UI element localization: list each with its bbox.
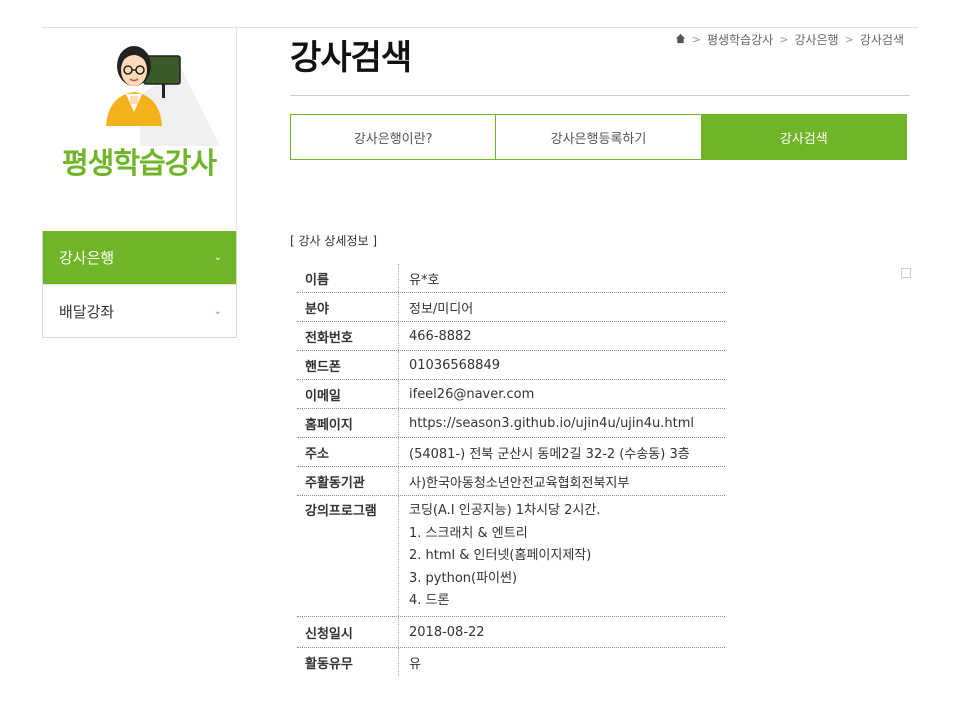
- field-label: 이메일: [297, 380, 399, 408]
- program-line: 4. 드론: [409, 593, 450, 608]
- breadcrumb-separator-icon: >: [779, 33, 789, 46]
- breadcrumb-separator-icon: >: [844, 33, 854, 46]
- field-label: 이름: [297, 264, 399, 292]
- homepage-link[interactable]: https://season3.github.io/ujin4u/ujin4u.…: [399, 409, 725, 437]
- tab-register-instructor[interactable]: 강사은행등록하기: [495, 115, 701, 159]
- table-row: 분야 정보/미디어: [297, 293, 725, 322]
- side-menu-item-delivery-course[interactable]: 배달강좌 ⌄: [43, 284, 236, 337]
- breadcrumb-item[interactable]: 평생학습강사: [707, 31, 773, 48]
- table-row-program: 강의프로그램 코딩(A.I 인공지능) 1차시당 2시간. 1. 스크래치 & …: [297, 496, 725, 617]
- field-label: 신청일시: [297, 617, 399, 647]
- table-row: 전화번호 466-8882: [297, 322, 725, 351]
- field-value: (54081-) 전북 군산시 동메2길 32-2 (수송동) 3층: [409, 446, 690, 462]
- chevron-down-icon: ⌄: [213, 305, 222, 317]
- checkbox[interactable]: [901, 268, 911, 278]
- program-line: 1. 스크래치 & 엔트리: [409, 525, 528, 541]
- table-row: 활동유무 유: [297, 648, 725, 676]
- chevron-down-icon: ⌄: [213, 252, 222, 263]
- email-value[interactable]: ifeel26@naver.com: [399, 380, 725, 408]
- table-row: 주활동기관 사)한국아동청소년안전교육협회전북지부: [297, 467, 725, 496]
- field-label: 전화번호: [297, 322, 399, 350]
- breadcrumb-item[interactable]: 강사검색: [860, 31, 904, 48]
- field-label: 홈페이지: [297, 409, 399, 437]
- tab-bar: 강사은행이란? 강사은행등록하기 강사검색: [290, 114, 907, 160]
- tab-about-instructor-bank[interactable]: 강사은행이란?: [291, 115, 496, 159]
- breadcrumb-item[interactable]: 강사은행: [794, 31, 838, 48]
- field-label: 주활동기관: [297, 467, 399, 495]
- breadcrumb: > 평생학습강사 > 강사은행 > 강사검색: [675, 31, 904, 48]
- field-value: 2018-08-22: [409, 624, 485, 640]
- field-value: 유*호: [409, 272, 440, 288]
- table-row: 핸드폰 01036568849: [297, 351, 725, 380]
- program-line: 2. html & 인터넷(홈페이지제작): [409, 548, 592, 563]
- breadcrumb-separator-icon: >: [691, 33, 701, 46]
- field-value: 01036568849: [409, 357, 500, 373]
- field-value: 사)한국아동청소년안전교육협회전북지부: [409, 475, 630, 491]
- side-menu-item-label: 강사은행: [59, 249, 115, 267]
- home-icon[interactable]: [675, 33, 686, 47]
- table-row: 이름 유*호: [297, 264, 725, 293]
- section-label: [ 강사 상세정보 ]: [290, 234, 378, 248]
- program-list: 코딩(A.I 인공지능) 1차시당 2시간. 1. 스크래치 & 엔트리 2. …: [399, 496, 725, 616]
- side-menu: 강사은행 ⌄ 배달강좌 ⌄: [42, 231, 237, 338]
- field-label: 주소: [297, 438, 399, 466]
- program-line: 코딩(A.I 인공지능) 1차시당 2시간.: [409, 503, 601, 518]
- field-value: 정보/미디어: [409, 301, 474, 317]
- table-row: 이메일 ifeel26@naver.com: [297, 380, 725, 409]
- field-label: 강의프로그램: [297, 496, 399, 616]
- field-value: 유: [409, 656, 421, 672]
- field-label: 활동유무: [297, 648, 399, 676]
- field-label: 핸드폰: [297, 351, 399, 379]
- detail-table: 이름 유*호 분야 정보/미디어 전화번호 466-8882 핸드폰 01036…: [297, 264, 725, 676]
- title-divider: [290, 95, 910, 96]
- teacher-logo-icon: [100, 36, 220, 146]
- side-menu-item-label: 배달강좌: [59, 302, 115, 321]
- tab-instructor-search[interactable]: 강사검색: [700, 115, 906, 159]
- table-row: 신청일시 2018-08-22: [297, 617, 725, 648]
- field-value: 466-8882: [409, 328, 472, 344]
- sidebar-title: 평생학습강사: [61, 146, 217, 180]
- table-row: 주소 (54081-) 전북 군산시 동메2길 32-2 (수송동) 3층: [297, 438, 725, 467]
- table-row: 홈페이지 https://season3.github.io/ujin4u/uj…: [297, 409, 725, 438]
- page-title: 강사검색: [290, 38, 412, 78]
- field-label: 분야: [297, 293, 399, 321]
- sidebar-divider: [236, 28, 237, 230]
- program-line: 3. python(파이썬): [409, 570, 518, 586]
- side-menu-item-instructor-bank[interactable]: 강사은행 ⌄: [43, 231, 236, 284]
